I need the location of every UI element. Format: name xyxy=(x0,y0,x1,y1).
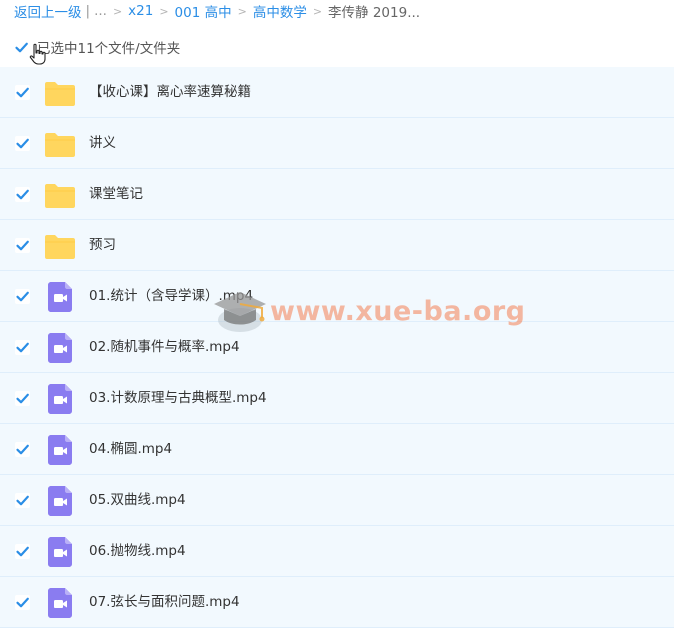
folder-icon xyxy=(45,82,75,106)
folder-icon xyxy=(44,132,76,162)
breadcrumb-current: 李传静 2019... xyxy=(328,5,421,21)
row-checkbox[interactable] xyxy=(15,238,30,253)
breadcrumb: 返回上一级 | ... > x21 > 001 高中 > 高中数学 > 李传静 … xyxy=(14,0,420,22)
video-file-icon xyxy=(48,435,72,465)
video-file-icon xyxy=(44,435,76,469)
breadcrumb-divider: | xyxy=(85,3,91,19)
breadcrumb-item-highschool[interactable]: 001 高中 xyxy=(175,1,232,21)
check-icon xyxy=(16,495,29,506)
file-name[interactable]: 课堂笔记 xyxy=(89,169,143,220)
check-icon xyxy=(16,291,29,302)
check-icon xyxy=(16,138,29,149)
check-icon xyxy=(16,87,29,98)
folder-row[interactable]: 预习 xyxy=(0,220,674,271)
row-checkbox[interactable] xyxy=(15,493,30,508)
folder-row[interactable]: 【收心课】离心率速算秘籍 xyxy=(0,67,674,118)
file-row[interactable]: 06.抛物线.mp4 xyxy=(0,526,674,577)
file-name[interactable]: 04.椭圆.mp4 xyxy=(89,424,172,475)
check-icon xyxy=(16,597,29,608)
breadcrumb-sep: > xyxy=(112,4,123,18)
check-icon xyxy=(16,189,29,200)
row-checkbox[interactable] xyxy=(15,136,30,151)
check-icon xyxy=(16,444,29,455)
breadcrumb-sep: > xyxy=(159,4,169,18)
video-file-icon xyxy=(44,282,76,316)
file-row[interactable]: 05.双曲线.mp4 xyxy=(0,475,674,526)
video-file-icon xyxy=(48,384,72,414)
video-file-icon xyxy=(48,588,72,618)
row-checkbox[interactable] xyxy=(15,187,30,202)
file-name[interactable]: 05.双曲线.mp4 xyxy=(89,475,186,526)
row-checkbox[interactable] xyxy=(15,289,30,304)
file-row[interactable]: 07.弦长与面积问题.mp4 xyxy=(0,577,674,628)
folder-row[interactable]: 课堂笔记 xyxy=(0,169,674,220)
folder-icon xyxy=(45,184,75,208)
row-checkbox[interactable] xyxy=(15,391,30,406)
file-name[interactable]: 讲义 xyxy=(89,118,116,169)
breadcrumb-ellipsis[interactable]: ... xyxy=(94,3,107,19)
breadcrumb-item-x21[interactable]: x21 xyxy=(128,3,153,19)
breadcrumb-item-math[interactable]: 高中数学 xyxy=(253,1,307,21)
check-icon xyxy=(15,42,28,52)
video-file-icon xyxy=(44,588,76,622)
row-checkbox[interactable] xyxy=(15,595,30,610)
video-file-icon xyxy=(44,384,76,418)
file-name[interactable]: 【收心课】离心率速算秘籍 xyxy=(89,67,251,118)
file-row[interactable]: 02.随机事件与概率.mp4 xyxy=(0,322,674,373)
row-checkbox[interactable] xyxy=(15,442,30,457)
video-file-icon xyxy=(48,282,72,312)
file-row[interactable]: 01.统计（含导学课）.mp4 xyxy=(0,271,674,322)
row-checkbox[interactable] xyxy=(15,544,30,559)
file-name[interactable]: 02.随机事件与概率.mp4 xyxy=(89,322,240,373)
file-row[interactable]: 03.计数原理与古典概型.mp4 xyxy=(0,373,674,424)
breadcrumb-sep: > xyxy=(237,4,247,18)
video-file-icon xyxy=(48,486,72,516)
file-name[interactable]: 01.统计（含导学课）.mp4 xyxy=(89,271,253,322)
video-file-icon xyxy=(48,537,72,567)
file-name[interactable]: 07.弦长与面积问题.mp4 xyxy=(89,577,240,628)
video-file-icon xyxy=(44,333,76,367)
selection-count-label: 已选中11个文件/文件夹 xyxy=(37,41,181,57)
row-checkbox[interactable] xyxy=(15,85,30,100)
file-name[interactable]: 06.抛物线.mp4 xyxy=(89,526,186,577)
folder-icon xyxy=(45,235,75,259)
file-name[interactable]: 03.计数原理与古典概型.mp4 xyxy=(89,373,267,424)
folder-icon xyxy=(44,234,76,264)
hand-cursor-icon xyxy=(29,43,46,65)
video-file-icon xyxy=(44,486,76,520)
folder-row[interactable]: 讲义 xyxy=(0,118,674,169)
breadcrumb-sep: > xyxy=(312,4,323,18)
file-list: 【收心课】离心率速算秘籍 讲义 课堂笔记 预习 01.统计（含导学课）.mp4 02.随机… xyxy=(0,67,674,628)
folder-icon xyxy=(44,183,76,213)
row-checkbox[interactable] xyxy=(15,340,30,355)
video-file-icon xyxy=(48,333,72,363)
back-link[interactable]: 返回上一级 xyxy=(14,1,82,21)
folder-icon xyxy=(44,81,76,111)
file-name[interactable]: 预习 xyxy=(89,220,116,271)
check-icon xyxy=(16,393,29,404)
check-icon xyxy=(16,342,29,353)
check-icon xyxy=(16,546,29,557)
video-file-icon xyxy=(44,537,76,571)
file-row[interactable]: 04.椭圆.mp4 xyxy=(0,424,674,475)
select-all-checkbox[interactable] xyxy=(14,39,29,55)
check-icon xyxy=(16,240,29,251)
folder-icon xyxy=(45,133,75,157)
